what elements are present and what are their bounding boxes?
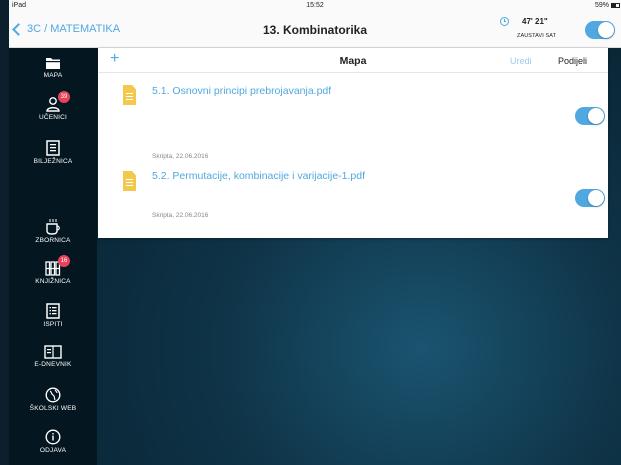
file-visibility-toggle[interactable] — [575, 189, 605, 207]
sidebar-item-biljeznica[interactable]: BILJEŽNICA — [9, 140, 97, 165]
status-time: 15:52 — [306, 2, 324, 9]
sidebar-item-zbornica[interactable]: ZBORNICA — [9, 218, 97, 244]
sidebar-item-label: BILJEŽNICA — [33, 158, 73, 165]
coffee-icon — [46, 219, 60, 235]
sidebar-item-ucenici[interactable]: 39 UČENICI — [9, 91, 97, 121]
folder-icon — [46, 58, 60, 69]
sidebar: MAPA 39 UČENICI BILJEŽNICA ZBORNICA 16 K… — [9, 48, 97, 465]
share-button[interactable]: Podijeli — [558, 56, 587, 66]
battery-percent: 59% — [594, 2, 609, 9]
sidebar-item-label: ISPITI — [43, 321, 63, 328]
sidebar-item-label: UČENICI — [38, 114, 68, 121]
stop-timer-toggle[interactable] — [585, 21, 615, 39]
sidebar-item-knjiznica[interactable]: 16 KNJIŽNICA — [9, 255, 97, 285]
globe-icon — [45, 387, 61, 403]
navigation-bar: 3C / MATEMATIKA 13. Kombinatorika 47' 21… — [9, 12, 621, 48]
battery-icon — [611, 3, 620, 8]
sidebar-item-odjava[interactable]: ODJAVA — [9, 429, 97, 454]
sidebar-item-skolski-web[interactable]: ŠKOLSKI WEB — [9, 387, 97, 412]
file-meta: Skripta, 22.06.2016 — [152, 212, 209, 219]
sidebar-item-label: ZBORNICA — [35, 237, 71, 244]
library-badge: 16 — [58, 255, 70, 267]
edit-button[interactable]: Uredi — [510, 56, 532, 66]
students-badge: 39 — [58, 91, 70, 103]
info-icon — [45, 429, 61, 445]
sidebar-item-label: ODJAVA — [39, 447, 67, 454]
card-header: + Mapa Uredi Podijeli — [98, 48, 608, 73]
sidebar-item-label: MAPA — [43, 72, 63, 79]
lesson-timer: 47' 21" ZAUSTAVI SAT — [500, 16, 572, 44]
students-icon: 39 — [45, 91, 70, 112]
e-diary-icon — [44, 345, 62, 359]
sidebar-item-e-dnevnik[interactable]: E-DNEVNIK — [9, 345, 97, 368]
library-icon: 16 — [45, 255, 70, 276]
clock-icon — [500, 17, 509, 26]
sidebar-item-label: ŠKOLSKI WEB — [29, 405, 77, 412]
file-row[interactable]: 5.2. Permutacije, kombinacije i varijaci… — [98, 153, 608, 233]
file-row[interactable]: 5.1. Osnovni principi prebrojavanja.pdf … — [98, 73, 608, 160]
document-icon — [123, 85, 136, 105]
sidebar-item-mapa[interactable]: MAPA — [9, 56, 97, 79]
folder-card: + Mapa Uredi Podijeli 5.1. Osnovni princ… — [98, 48, 608, 238]
sidebar-item-label: KNJIŽNICA — [35, 278, 71, 285]
stop-timer-label: ZAUSTAVI SAT — [517, 33, 557, 39]
notebook-icon — [46, 140, 60, 156]
file-name[interactable]: 5.1. Osnovni principi prebrojavanja.pdf — [152, 85, 331, 97]
status-bar: iPad 15:52 59% — [9, 0, 621, 12]
document-icon — [123, 171, 136, 191]
file-visibility-toggle[interactable] — [575, 107, 605, 125]
exams-icon — [46, 303, 60, 319]
timer-value: 47' 21" — [522, 17, 548, 26]
sidebar-item-ispiti[interactable]: ISPITI — [9, 303, 97, 328]
main-area: + Mapa Uredi Podijeli 5.1. Osnovni princ… — [97, 48, 621, 465]
file-name[interactable]: 5.2. Permutacije, kombinacije i varijaci… — [152, 170, 365, 182]
app-frame: iPad 15:52 59% 3C / MATEMATIKA 13. Kombi… — [9, 0, 621, 465]
sidebar-item-label: E-DNEVNIK — [34, 361, 72, 368]
